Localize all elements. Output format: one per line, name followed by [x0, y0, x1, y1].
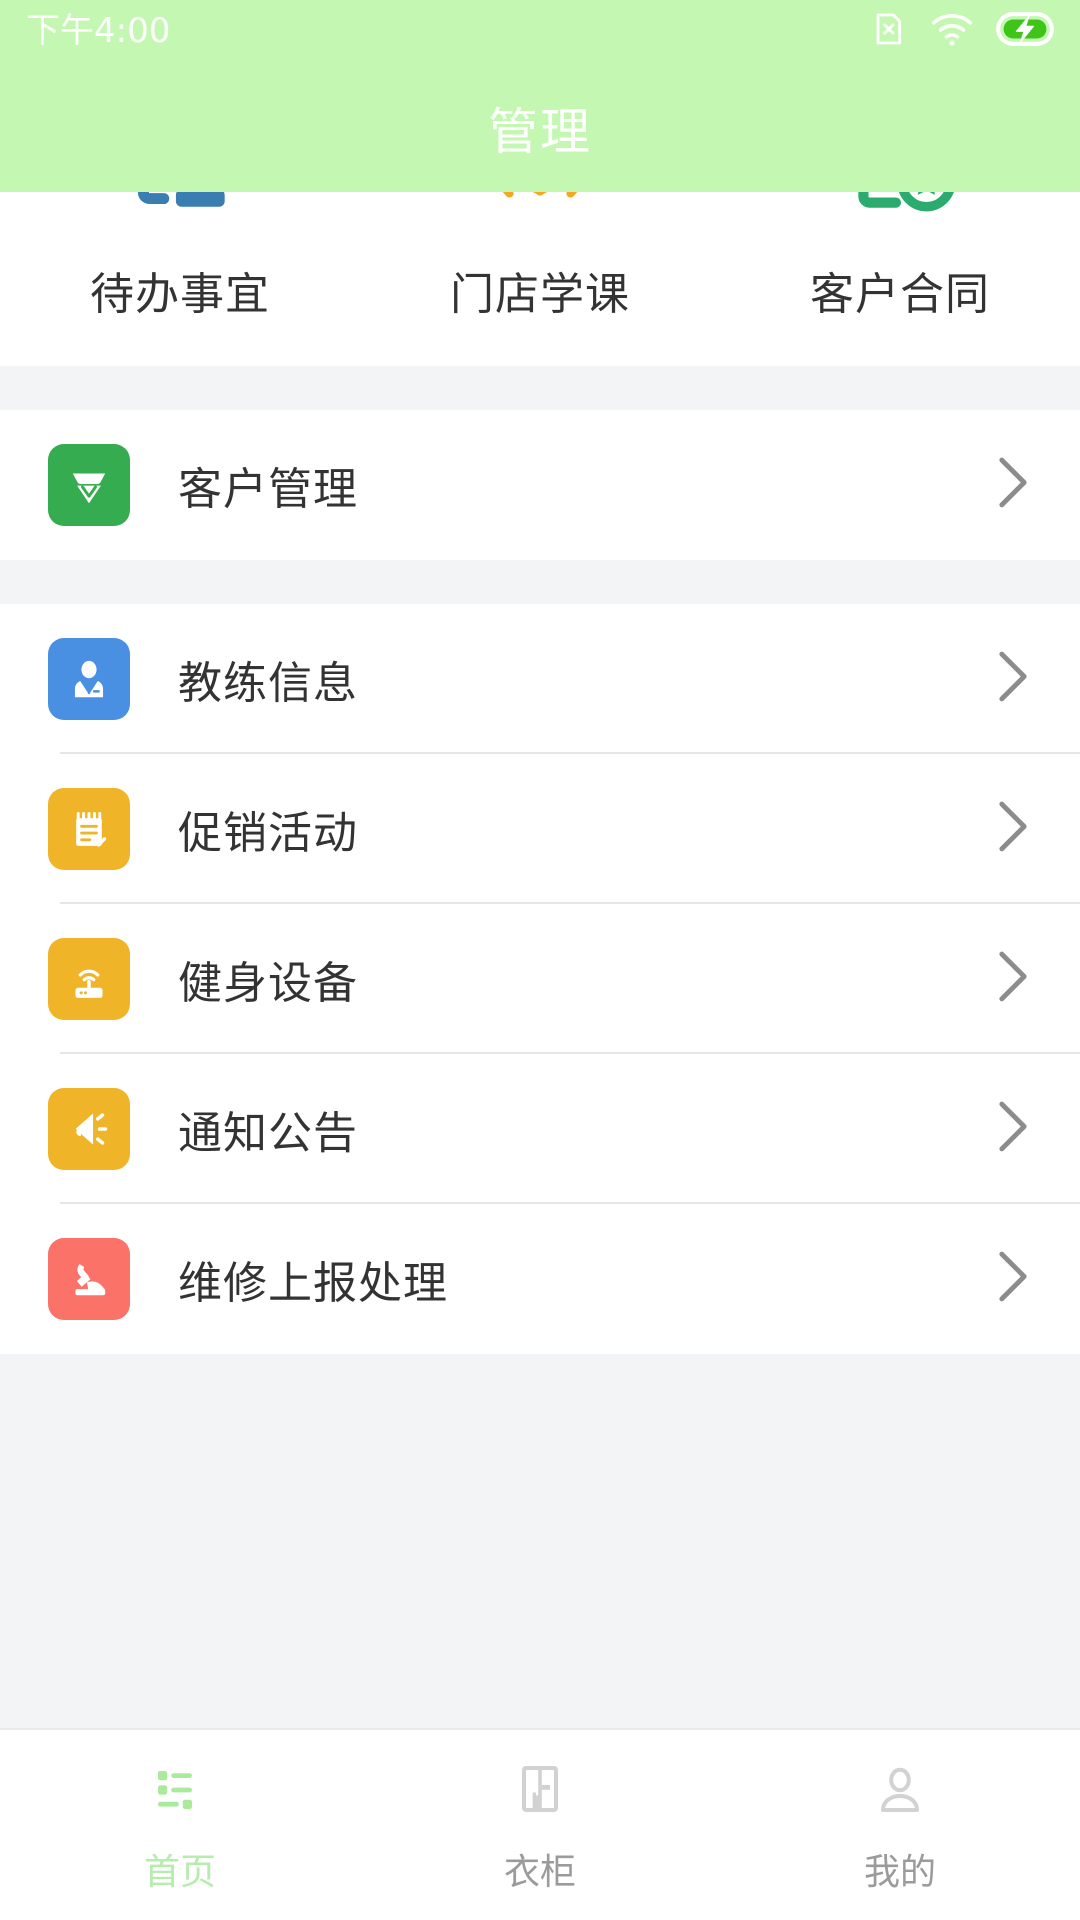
tab-label: 首页	[143, 1851, 216, 1892]
chevron-right-icon	[996, 455, 1030, 516]
list-item-customer-management[interactable]: 客户管理	[0, 410, 1080, 560]
list-item-label: 通知公告	[178, 1109, 358, 1158]
promotion-notepad-icon	[48, 788, 130, 870]
list-item-label: 客户管理	[178, 465, 358, 514]
tab-profile[interactable]: 我的	[720, 1730, 1080, 1920]
gap-strip-2	[0, 366, 1080, 410]
coach-person-icon	[48, 638, 130, 720]
chevron-right-icon	[996, 799, 1030, 860]
list-group-2: 教练信息 促销活动 健身设备 通知公告 维修上报处理	[0, 604, 1080, 1354]
person-icon	[865, 1755, 935, 1825]
page-title: 管理	[488, 104, 592, 160]
list-item-label: 教练信息	[178, 659, 358, 708]
tab-home[interactable]: 首页	[0, 1730, 360, 1920]
shortcut-label: 客户合同	[810, 270, 990, 319]
status-icons	[868, 9, 1054, 54]
status-time: 下午4:00	[26, 11, 171, 51]
repair-tool-icon	[48, 1238, 130, 1320]
list-home-icon	[145, 1755, 215, 1825]
gap-strip-3	[0, 560, 1080, 604]
tab-label: 我的	[863, 1851, 936, 1892]
wifi-icon	[930, 9, 974, 54]
shortcut-label: 门店学课	[450, 270, 630, 319]
chevron-right-icon	[996, 1249, 1030, 1310]
list-group-1: 客户管理	[0, 410, 1080, 560]
bottom-tab-bar: 首页 衣柜 我的	[0, 1728, 1080, 1920]
customer-shield-icon	[48, 444, 130, 526]
list-item-coach-info[interactable]: 教练信息	[0, 604, 1080, 754]
app-screen: 下午4:00 管理 待办事宜 门店学课 客户合同 客户管理 教练信息 促销活动 …	[0, 0, 1080, 1920]
list-item-announcement[interactable]: 通知公告	[0, 1054, 1080, 1204]
tab-locker[interactable]: 衣柜	[360, 1730, 720, 1920]
sim-card-x-icon	[868, 9, 908, 54]
list-item-repair-report[interactable]: 维修上报处理	[0, 1204, 1080, 1354]
list-item-fitness-device[interactable]: 健身设备	[0, 904, 1080, 1054]
list-item-promotion[interactable]: 促销活动	[0, 754, 1080, 904]
list-item-label: 维修上报处理	[178, 1259, 448, 1308]
tab-label: 衣柜	[503, 1851, 576, 1892]
list-item-label: 促销活动	[178, 809, 358, 858]
battery-charging-icon	[996, 11, 1054, 51]
locker-icon	[505, 1755, 575, 1825]
fitness-device-icon	[48, 938, 130, 1020]
announcement-megaphone-icon	[48, 1088, 130, 1170]
chevron-right-icon	[996, 649, 1030, 710]
status-bar: 下午4:00	[0, 0, 1080, 62]
chevron-right-icon	[996, 949, 1030, 1010]
list-item-label: 健身设备	[178, 959, 358, 1008]
page-header: 下午4:00 管理	[0, 0, 1080, 192]
shortcut-label: 待办事宜	[90, 270, 270, 319]
chevron-right-icon	[996, 1099, 1030, 1160]
